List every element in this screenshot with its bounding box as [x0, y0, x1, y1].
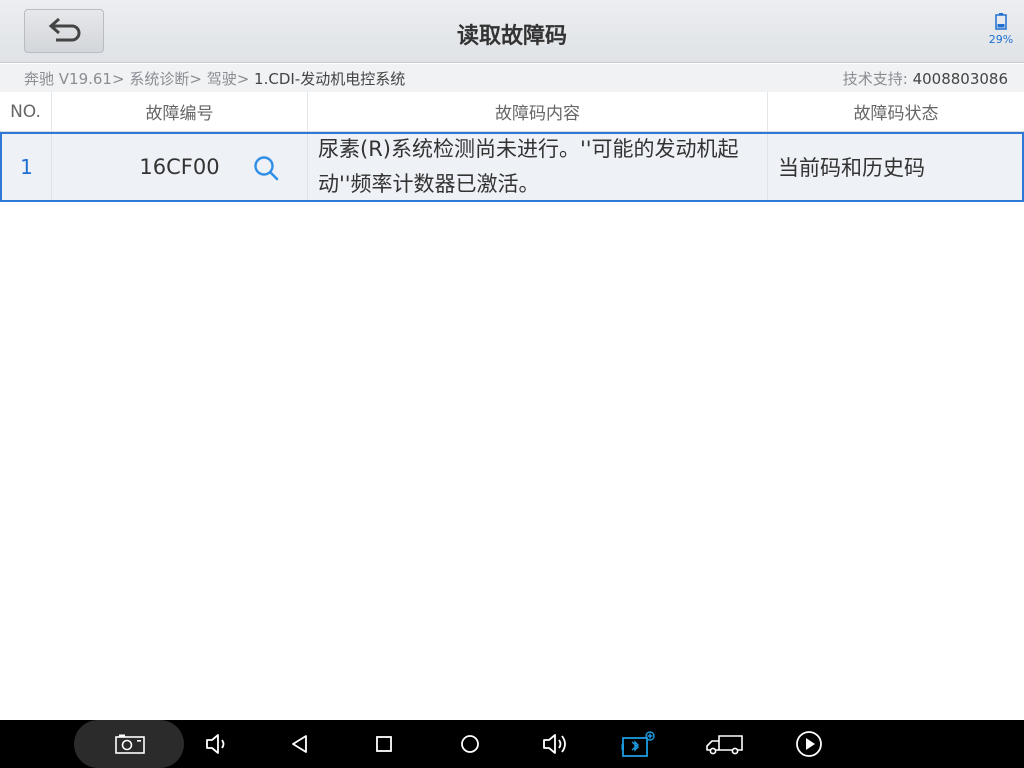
row-number: 1	[2, 134, 52, 200]
home-icon	[461, 735, 479, 753]
column-header-code: 故障编号	[52, 92, 308, 131]
truck-mode-button[interactable]	[702, 720, 746, 768]
volume-down-button[interactable]	[198, 720, 234, 768]
fault-code-cell: 16CF00	[52, 134, 308, 200]
home-button[interactable]	[452, 720, 488, 768]
play-button[interactable]	[790, 720, 828, 768]
truck-icon	[706, 735, 743, 755]
play-icon	[796, 731, 822, 757]
nav-back-button[interactable]	[282, 720, 318, 768]
back-icon	[292, 735, 307, 753]
volume-up-button[interactable]	[536, 720, 574, 768]
fault-code-table: NO. 故障编号 故障码内容 故障码状态 1 16CF00 尿素(R)系统检测尚…	[0, 92, 1024, 202]
search-icon[interactable]	[253, 155, 279, 181]
column-header-status: 故障码状态	[853, 104, 939, 124]
breadcrumb-item-driving[interactable]: 驾驶>	[207, 70, 250, 88]
support-number: 4008803086	[912, 70, 1008, 88]
vci-connection-button[interactable]	[618, 720, 658, 768]
table-row[interactable]: 1 16CF00 尿素(R)系统检测尚未进行。''可能的发动机起动''频率计数器…	[0, 132, 1024, 202]
support-label: 技术支持:	[842, 70, 908, 88]
screenshot-icon	[115, 734, 145, 754]
battery-percent: 29%	[988, 33, 1014, 46]
bluetooth-vci-icon	[621, 731, 655, 757]
breadcrumb-item-diagnosis[interactable]: 系统诊断>	[129, 70, 202, 88]
tech-support: 技术支持: 4008803086	[843, 68, 1008, 89]
battery-indicator: 29%	[986, 13, 1016, 46]
screenshot-button[interactable]	[110, 720, 150, 768]
recents-button[interactable]	[366, 720, 402, 768]
breadcrumb: 奔驰 V19.61> 系统诊断> 驾驶> 1.CDI-发动机电控系统 技术支持:…	[0, 64, 1024, 92]
fault-status: 当前码和历史码	[778, 156, 925, 180]
breadcrumb-item-current: 1.CDI-发动机电控系统	[254, 70, 406, 88]
breadcrumb-item-brand[interactable]: 奔驰 V19.61>	[24, 70, 125, 88]
volume-up-icon	[543, 734, 566, 754]
battery-icon	[995, 13, 1007, 30]
column-header-content: 故障码内容	[308, 92, 768, 131]
volume-down-icon	[206, 734, 225, 754]
page-title: 读取故障码	[456, 24, 567, 49]
table-header: NO. 故障编号 故障码内容 故障码状态	[0, 92, 1024, 132]
column-header-no: NO.	[0, 92, 52, 131]
fault-code: 16CF00	[139, 155, 220, 179]
recents-icon	[376, 736, 392, 752]
system-nav-bar	[0, 720, 1024, 768]
title-bar: 读取故障码 29%	[0, 0, 1024, 63]
fault-description: 尿素(R)系统检测尚未进行。''可能的发动机起动''频率计数器已激活。	[308, 134, 768, 200]
